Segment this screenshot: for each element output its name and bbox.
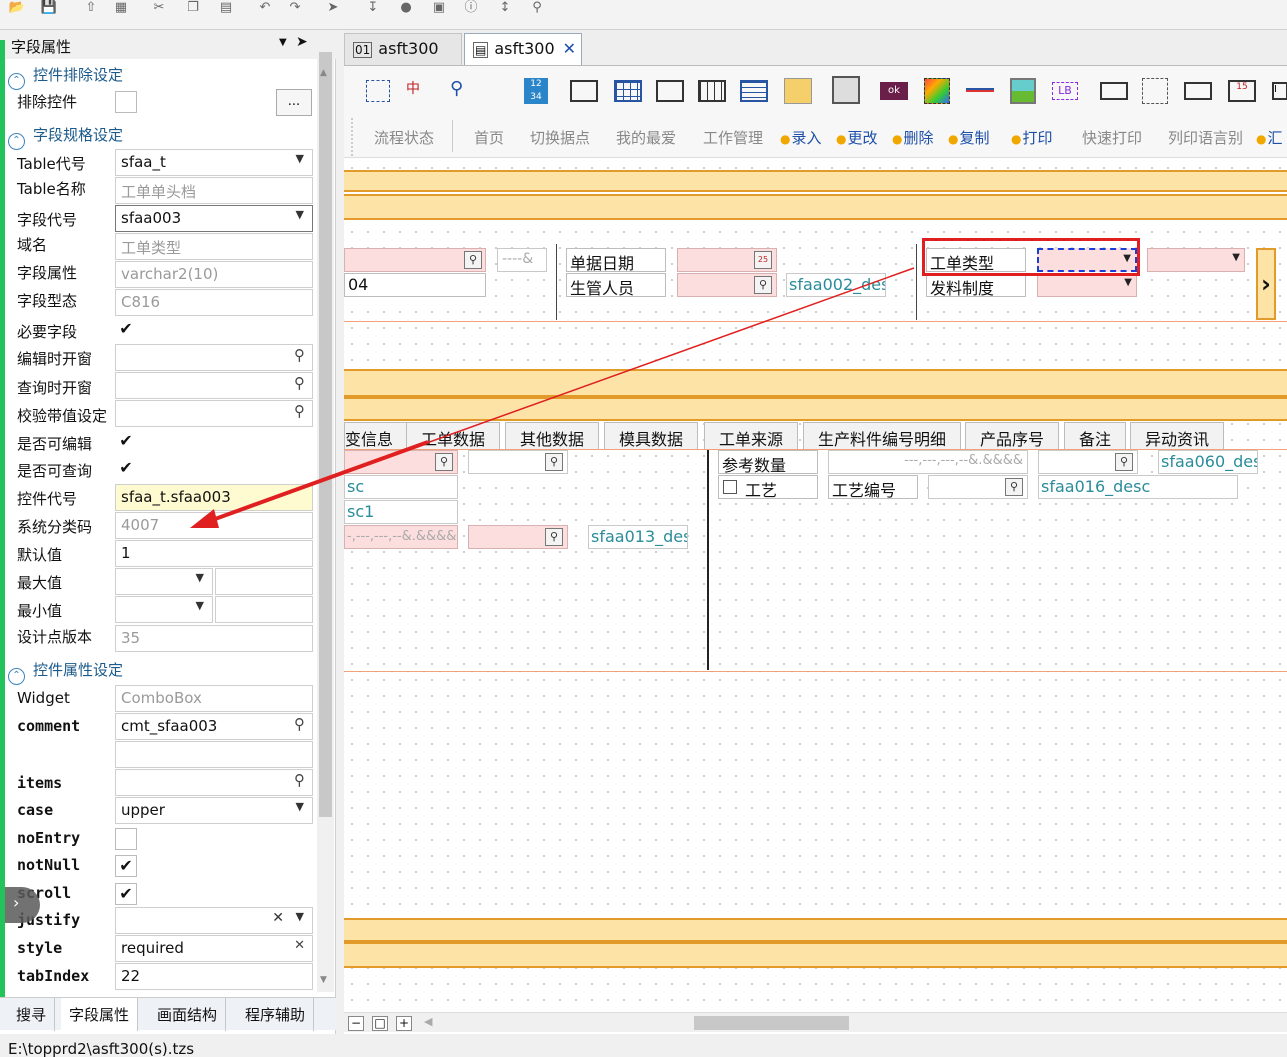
annotation-arrow [190, 267, 915, 528]
h-scroll-thumb[interactable] [694, 1016, 849, 1030]
arrow-head [190, 509, 219, 528]
fit-icon[interactable]: □ [372, 1016, 388, 1031]
zoom-in-icon[interactable]: + [396, 1016, 412, 1031]
scroll-left-icon[interactable]: ◀ [424, 1015, 432, 1028]
horizontal-scrollbar[interactable]: − □ + ◀ [344, 1012, 1287, 1032]
arrow-shaft [203, 440, 429, 525]
zoom-out-icon[interactable]: − [348, 1016, 364, 1031]
status-bar: E:\topprd2\asft300(s).tzs [0, 1034, 1287, 1057]
